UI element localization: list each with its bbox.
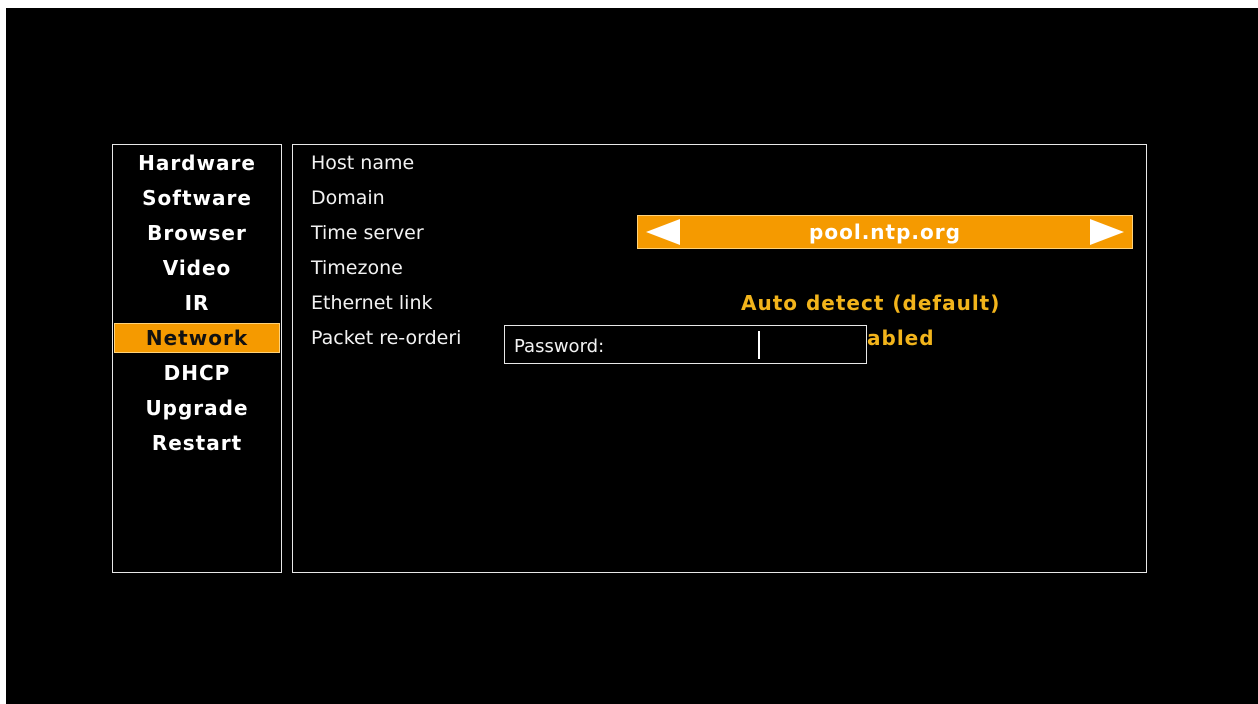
password-input[interactable] — [755, 330, 859, 361]
time-server-selector[interactable]: pool.ntp.org — [637, 215, 1133, 249]
sidebar-item-ir[interactable]: IR — [114, 288, 280, 318]
setting-label-ethernet-link[interactable]: Ethernet link — [311, 288, 433, 318]
password-label: Password: — [514, 336, 605, 357]
setting-label-domain[interactable]: Domain — [311, 183, 385, 213]
sidebar-item-video[interactable]: Video — [114, 253, 280, 283]
setting-label-timezone[interactable]: Timezone — [311, 253, 403, 283]
password-dialog: Password: — [504, 325, 867, 364]
sidebar-item-software[interactable]: Software — [114, 183, 280, 213]
sidebar-item-upgrade[interactable]: Upgrade — [114, 393, 280, 423]
time-server-value: pool.ntp.org — [809, 220, 961, 244]
setting-label-time-server[interactable]: Time server — [311, 218, 424, 248]
ethernet-link-value[interactable]: Auto detect (default) — [741, 288, 1000, 318]
sidebar-item-dhcp[interactable]: DHCP — [114, 358, 280, 388]
text-caret — [758, 331, 760, 359]
sidebar-item-browser[interactable]: Browser — [114, 218, 280, 248]
sidebar-item-restart[interactable]: Restart — [114, 428, 280, 458]
sidebar-item-hardware[interactable]: Hardware — [114, 148, 280, 178]
setting-label-packet-reordering[interactable]: Packet re-orderi — [311, 323, 461, 353]
setting-label-host-name[interactable]: Host name — [311, 148, 414, 178]
sidebar-item-network[interactable]: Network — [114, 323, 280, 353]
packet-reordering-value[interactable]: abled — [867, 323, 935, 353]
triangle-right-icon[interactable] — [1090, 219, 1124, 245]
